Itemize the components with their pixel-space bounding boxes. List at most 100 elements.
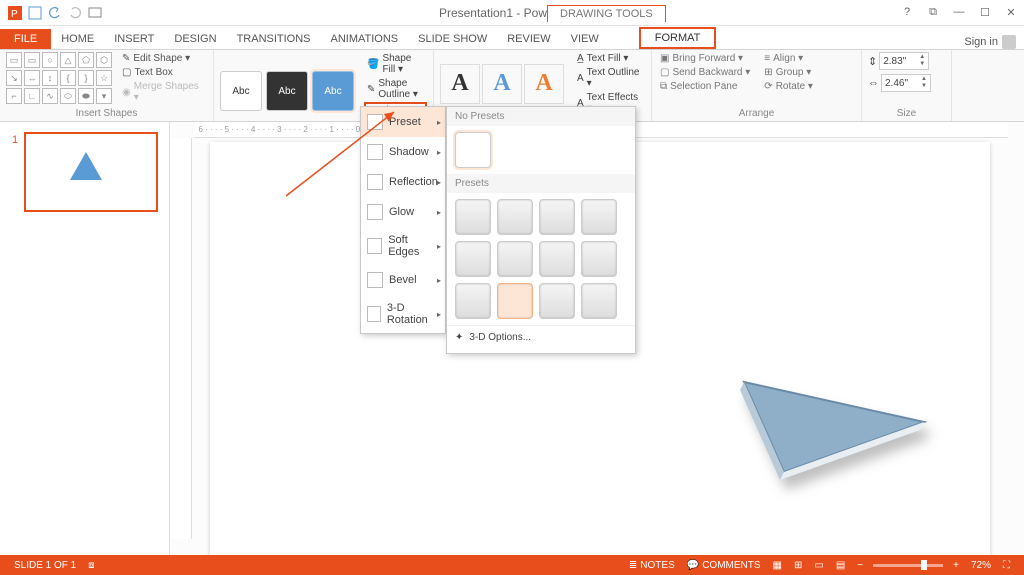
tab-transitions[interactable]: TRANSITIONS: [227, 29, 321, 49]
spinner-icon[interactable]: ▲▼: [921, 76, 927, 90]
zoom-in-button[interactable]: +: [953, 560, 959, 571]
width-field[interactable]: ⇔ 2.46"▲▼: [868, 74, 945, 92]
shape-triangle-3d[interactable]: [724, 352, 944, 495]
group-label-arrange: Arrange: [658, 108, 855, 121]
wordart-preview-2[interactable]: A: [482, 64, 522, 104]
shape-style-gallery[interactable]: Abc Abc Abc: [220, 71, 354, 111]
ruler-vertical: [170, 138, 192, 539]
window-controls: ? ⧉ — ☐ ✕: [900, 6, 1018, 19]
tab-review[interactable]: REVIEW: [497, 29, 560, 49]
align-button[interactable]: ≡Align ▾: [762, 52, 815, 65]
svg-text:P: P: [11, 9, 18, 20]
tab-design[interactable]: DESIGN: [164, 29, 226, 49]
menu-reflection[interactable]: Reflection▸: [361, 167, 445, 197]
3d-icon: ✦: [455, 332, 463, 343]
undo-icon[interactable]: [48, 6, 62, 20]
3d-options[interactable]: ✦3-D Options...: [447, 325, 635, 349]
title-bar: P Presentation1 - PowerPoint DRAWING TOO…: [0, 0, 1024, 26]
group-label-insert-shapes: Insert Shapes: [6, 108, 207, 121]
preset-12[interactable]: [581, 283, 617, 319]
tab-insert[interactable]: INSERT: [104, 29, 164, 49]
menu-preset[interactable]: Preset▸: [361, 107, 445, 137]
style-preview-3[interactable]: Abc: [312, 71, 354, 111]
status-bar: SLIDE 1 OF 1 ⧈ ≣ NOTES 💬 COMMENTS ▦ ⊞ ▭ …: [0, 555, 1024, 575]
view-normal-icon[interactable]: ▦: [773, 560, 782, 571]
wordart-gallery[interactable]: A A A: [440, 64, 564, 104]
notes-button[interactable]: ≣ NOTES: [629, 560, 675, 571]
preset-8[interactable]: [581, 241, 617, 277]
minimize-icon[interactable]: —: [952, 6, 966, 19]
menu-bevel[interactable]: Bevel▸: [361, 265, 445, 295]
close-icon[interactable]: ✕: [1004, 6, 1018, 19]
preset-10[interactable]: [497, 283, 533, 319]
ribbon-options-icon[interactable]: ⧉: [926, 6, 940, 19]
tab-format[interactable]: FORMAT: [639, 27, 717, 49]
tab-home[interactable]: HOME: [51, 29, 104, 49]
rotate-button[interactable]: ⟳Rotate ▾: [762, 80, 815, 93]
language-indicator[interactable]: ⧈: [88, 560, 94, 571]
fit-to-window-icon[interactable]: ⛶: [1003, 560, 1010, 571]
bring-forward-button[interactable]: ▣Bring Forward ▾: [658, 52, 752, 65]
height-field[interactable]: ⇕ 2.83"▲▼: [868, 52, 945, 70]
preset-6[interactable]: [497, 241, 533, 277]
menu-shadow[interactable]: Shadow▸: [361, 137, 445, 167]
slide-thumbnail-1[interactable]: 1: [24, 132, 158, 212]
style-preview-2[interactable]: Abc: [266, 71, 308, 111]
send-backward-button[interactable]: ▢Send Backward ▾: [658, 66, 752, 79]
mini-triangle: [70, 152, 102, 180]
preset-4[interactable]: [581, 199, 617, 235]
help-icon[interactable]: ?: [900, 6, 914, 19]
wordart-preview-3[interactable]: A: [524, 64, 564, 104]
save-icon[interactable]: [28, 6, 42, 20]
view-reading-icon[interactable]: ▭: [814, 560, 823, 571]
shape-fill-button[interactable]: 🪣Shape Fill ▾: [364, 52, 427, 76]
preset-3[interactable]: [539, 199, 575, 235]
preset-11[interactable]: [539, 283, 575, 319]
spinner-icon[interactable]: ▲▼: [919, 54, 925, 68]
align-icon: ≡: [764, 53, 770, 64]
text-box-button[interactable]: ▢Text Box: [120, 66, 207, 79]
zoom-out-button[interactable]: −: [857, 560, 863, 571]
preset-9[interactable]: [455, 283, 491, 319]
comments-button[interactable]: 💬 COMMENTS: [687, 560, 761, 571]
style-preview-1[interactable]: Abc: [220, 71, 262, 111]
tab-slideshow[interactable]: SLIDE SHOW: [408, 29, 497, 49]
edit-shape-button[interactable]: ✎Edit Shape ▾: [120, 52, 207, 65]
slide-indicator[interactable]: SLIDE 1 OF 1: [14, 560, 76, 571]
bring-forward-icon: ▣: [660, 53, 669, 64]
view-sorter-icon[interactable]: ⊞: [794, 560, 802, 571]
text-fill-button[interactable]: A̲Text Fill ▾: [574, 52, 645, 65]
edit-shape-icon: ✎: [122, 53, 130, 64]
preset-1[interactable]: [455, 199, 491, 235]
thumbnail-pane[interactable]: 1: [0, 122, 170, 555]
text-fill-icon: A̲: [577, 53, 584, 64]
wordart-preview-1[interactable]: A: [440, 64, 480, 104]
menu-3d-rotation[interactable]: 3-D Rotation▸: [361, 295, 445, 333]
sign-in[interactable]: Sign in: [964, 35, 1016, 49]
tab-file[interactable]: FILE: [0, 29, 51, 49]
selection-pane-icon: ⧉: [660, 81, 667, 92]
thumbnail-number: 1: [12, 134, 18, 146]
zoom-slider[interactable]: [873, 564, 943, 567]
menu-soft-edges[interactable]: Soft Edges▸: [361, 227, 445, 265]
start-slideshow-icon[interactable]: [88, 6, 102, 20]
tab-animations[interactable]: ANIMATIONS: [321, 29, 409, 49]
group-insert-shapes: ▭▭○△⬠⬡ ↘↔↕{}☆ ⌐∟∿⬭⬬▾ ✎Edit Shape ▾ ▢Text…: [0, 50, 214, 121]
view-slideshow-icon[interactable]: ▤: [836, 560, 845, 571]
preset-none[interactable]: [455, 132, 491, 168]
group-button[interactable]: ⊞Group ▾: [762, 66, 815, 79]
preset-2[interactable]: [497, 199, 533, 235]
shape-outline-button[interactable]: ✎Shape Outline ▾: [364, 77, 427, 101]
tab-view[interactable]: VIEW: [561, 29, 609, 49]
shape-effects-menu: Preset▸ Shadow▸ Reflection▸ Glow▸ Soft E…: [360, 106, 446, 334]
redo-icon[interactable]: [68, 6, 82, 20]
menu-glow[interactable]: Glow▸: [361, 197, 445, 227]
text-outline-icon: A: [577, 73, 584, 84]
zoom-level[interactable]: 72%: [971, 560, 991, 571]
shape-gallery[interactable]: ▭▭○△⬠⬡ ↘↔↕{}☆ ⌐∟∿⬭⬬▾: [6, 52, 112, 104]
maximize-icon[interactable]: ☐: [978, 6, 992, 19]
preset-7[interactable]: [539, 241, 575, 277]
selection-pane-button[interactable]: ⧉Selection Pane: [658, 80, 752, 93]
text-outline-button[interactable]: AText Outline ▾: [574, 66, 645, 90]
preset-5[interactable]: [455, 241, 491, 277]
